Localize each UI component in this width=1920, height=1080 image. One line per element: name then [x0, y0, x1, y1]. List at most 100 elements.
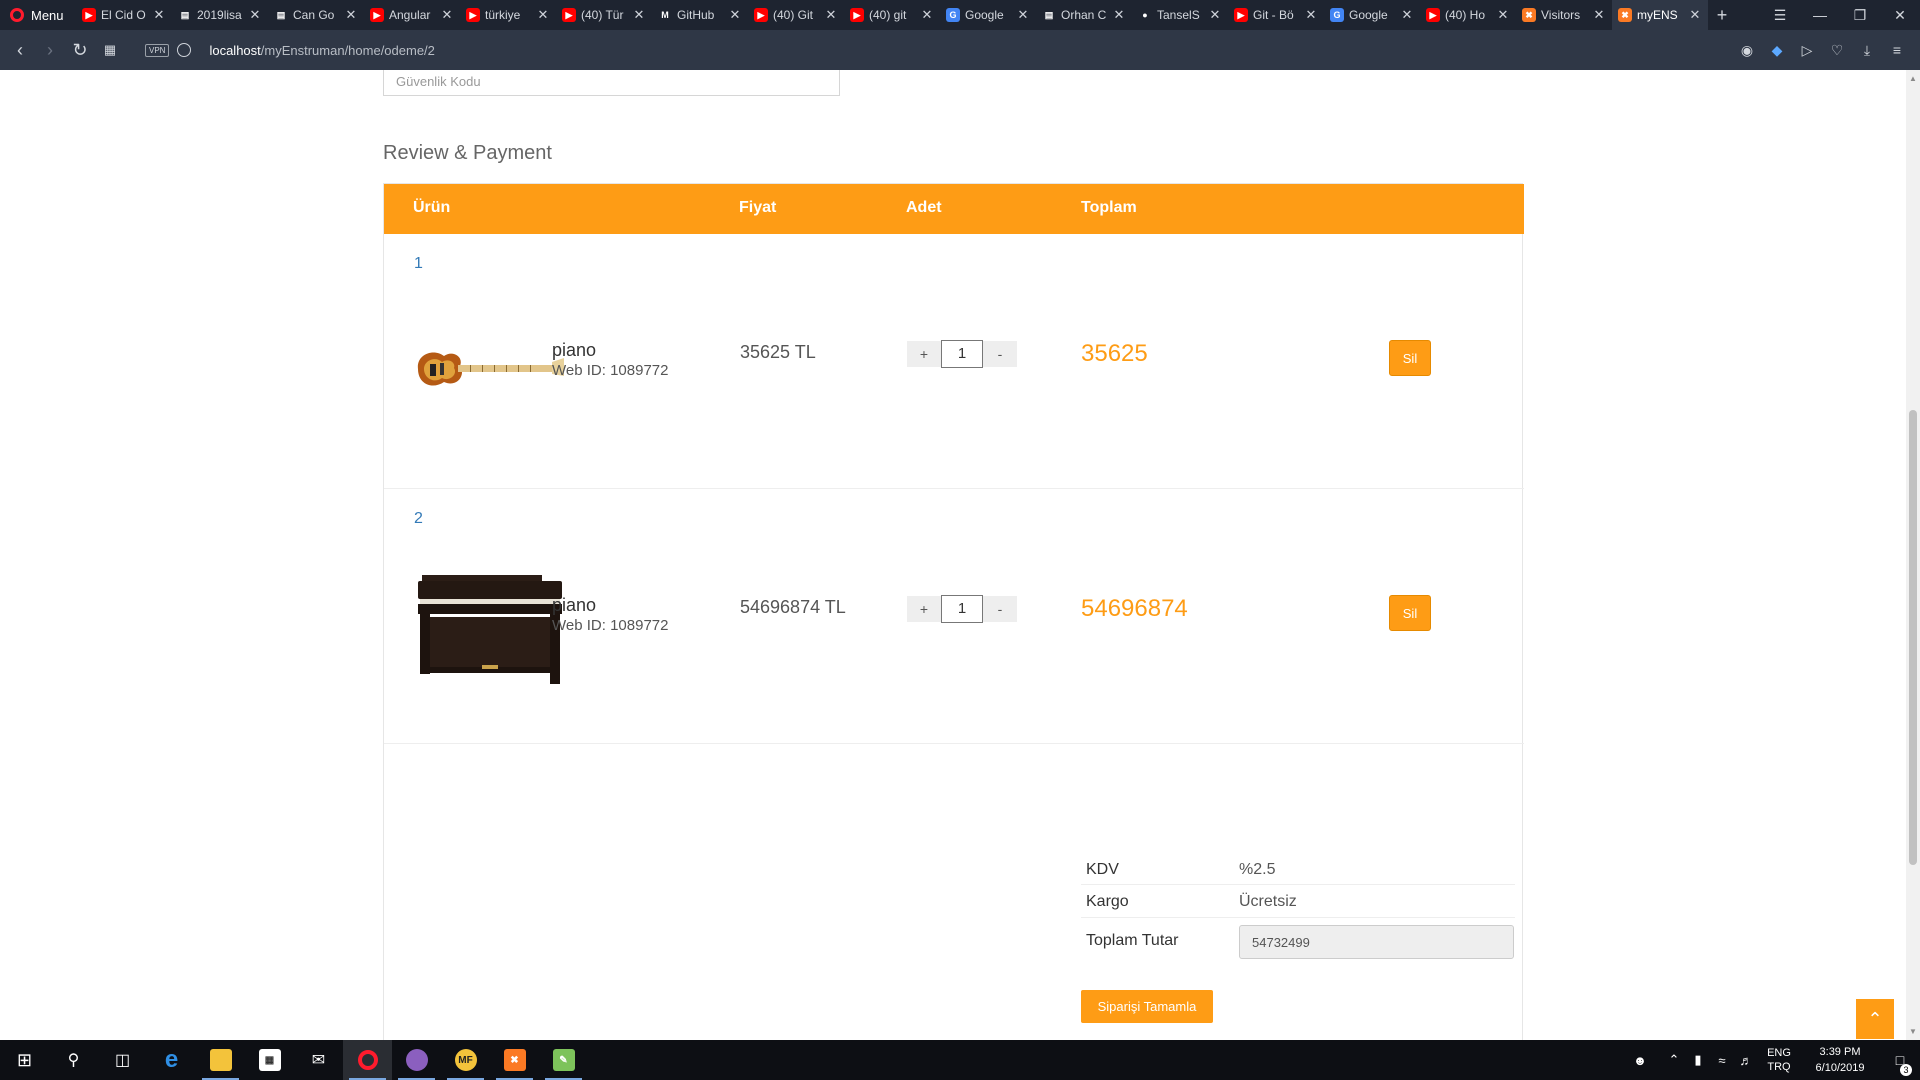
mail-icon[interactable]: ✉ — [294, 1040, 343, 1080]
tab-close-icon[interactable]: ✕ — [632, 7, 646, 23]
vpn-badge[interactable]: VPN — [145, 43, 170, 57]
tab-close-icon[interactable]: ✕ — [1400, 7, 1414, 23]
back-to-top-button[interactable]: ⌃ — [1856, 999, 1894, 1039]
opera-menu-button[interactable]: Menu — [0, 0, 76, 30]
address-bar: ‹ › ↻ ▦ VPN localhost/myEnstruman/home/o… — [0, 30, 1920, 70]
tab-close-icon[interactable]: ✕ — [1496, 7, 1510, 23]
browser-tab[interactable]: ▶ El Cid O ✕ — [76, 0, 172, 30]
complete-order-button[interactable]: Siparişi Tamamla — [1081, 990, 1213, 1023]
quantity-stepper: + 1 - — [907, 340, 1017, 368]
tab-close-icon[interactable]: ✕ — [1112, 7, 1126, 23]
browser-tab[interactable]: ▶ (40) git ✕ — [844, 0, 940, 30]
quantity-plus-button[interactable]: + — [907, 596, 941, 622]
back-button[interactable]: ‹ — [5, 30, 35, 70]
notepad-icon[interactable]: ✎ — [539, 1040, 588, 1080]
browser-tab[interactable]: ▶ (40) Ho ✕ — [1420, 0, 1516, 30]
scroll-down-arrow-icon[interactable]: ▼ — [1909, 1027, 1917, 1036]
url-field[interactable]: localhost/myEnstruman/home/odeme/2 — [209, 43, 434, 58]
tray-chevron-icon[interactable]: ⌃ — [1662, 1052, 1686, 1068]
browser-tab[interactable]: ▶ (40) Tür ✕ — [556, 0, 652, 30]
quantity-input[interactable]: 1 — [941, 340, 983, 368]
minimize-button[interactable]: — — [1800, 0, 1840, 30]
kdv-value: %2.5 — [1239, 861, 1276, 878]
browser-tab[interactable]: ▤ 2019lisa ✕ — [172, 0, 268, 30]
tor-icon[interactable] — [392, 1040, 441, 1080]
extension-icon[interactable]: ◆ — [1762, 30, 1792, 70]
restore-button[interactable]: ❐ — [1840, 0, 1880, 30]
tab-close-icon[interactable]: ✕ — [152, 7, 166, 23]
task-view-icon[interactable]: ◫ — [98, 1040, 147, 1080]
search-icon[interactable]: ⚲ — [49, 1040, 98, 1080]
tab-close-icon[interactable]: ✕ — [728, 7, 742, 23]
language-indicator[interactable]: ENG TRQ — [1764, 1046, 1794, 1074]
browser-tab[interactable]: ▤ Orhan C ✕ — [1036, 0, 1132, 30]
browser-tab[interactable]: ✖ myENS ✕ — [1612, 0, 1708, 30]
product-web-id: Web ID: 1089772 — [552, 362, 669, 379]
xampp-icon[interactable]: ✖ — [490, 1040, 539, 1080]
browser-tab[interactable]: G Google ✕ — [940, 0, 1036, 30]
delete-button[interactable]: Sil — [1389, 595, 1431, 631]
tab-close-icon[interactable]: ✕ — [440, 7, 454, 23]
store-icon[interactable]: ▦ — [245, 1040, 294, 1080]
opera-icon[interactable] — [343, 1040, 392, 1080]
file-explorer-icon[interactable] — [196, 1040, 245, 1080]
download-icon[interactable]: ⤓ — [1852, 30, 1882, 70]
tab-close-icon[interactable]: ✕ — [536, 7, 550, 23]
browser-tab[interactable]: ● TanselS ✕ — [1132, 0, 1228, 30]
bass-guitar-image[interactable] — [414, 344, 564, 399]
sidebar-icon[interactable]: ≡ — [1882, 30, 1912, 70]
battery-icon[interactable]: ▮ — [1686, 1052, 1710, 1068]
page-scrollbar[interactable]: ▲ ▼ — [1906, 70, 1920, 1040]
quantity-stepper: + 1 - — [907, 595, 1017, 623]
browser-tab[interactable]: ▶ Angular ✕ — [364, 0, 460, 30]
tab-close-icon[interactable]: ✕ — [1688, 7, 1702, 23]
windows-taskbar: ⊞ ⚲ ◫ e ▦ ✉ MF ✖ ✎ ☻ ⌃ ▮ ≈ ♬ ENG TRQ 3:3… — [0, 1040, 1920, 1080]
browser-tab[interactable]: ▶ Git - Bö ✕ — [1228, 0, 1324, 30]
xampp-icon: ✖ — [1618, 8, 1632, 22]
notification-center-icon[interactable]: □ 3 — [1880, 1052, 1920, 1076]
tab-close-icon[interactable]: ✕ — [1208, 7, 1222, 23]
security-code-input[interactable]: Güvenlik Kodu — [383, 70, 840, 96]
tab-close-icon[interactable]: ✕ — [824, 7, 838, 23]
browser-tab[interactable]: ▶ (40) Git ✕ — [748, 0, 844, 30]
clock[interactable]: 3:39 PM 6/10/2019 — [1800, 1044, 1880, 1076]
tab-close-icon[interactable]: ✕ — [1592, 7, 1606, 23]
new-tab-button[interactable]: + — [1708, 5, 1736, 26]
speed-dial-icon[interactable]: ▦ — [95, 30, 125, 70]
camera-icon[interactable]: ◉ — [1732, 30, 1762, 70]
windows-start-icon[interactable]: ⊞ — [0, 1040, 49, 1080]
tab-close-icon[interactable]: ✕ — [344, 7, 358, 23]
digital-piano-image[interactable] — [414, 569, 564, 694]
close-window-button[interactable]: ✕ — [1880, 0, 1920, 30]
tab-close-icon[interactable]: ✕ — [248, 7, 262, 23]
forward-button[interactable]: › — [35, 30, 65, 70]
volume-icon[interactable]: ♬ — [1734, 1053, 1758, 1068]
tab-menu-icon[interactable]: ☰ — [1760, 0, 1800, 30]
total-amount-field[interactable]: 54732499 — [1239, 925, 1514, 959]
quantity-plus-button[interactable]: + — [907, 341, 941, 367]
tab-title: 2019lisa — [197, 8, 242, 22]
reload-button[interactable]: ↻ — [65, 30, 95, 70]
tab-close-icon[interactable]: ✕ — [920, 7, 934, 23]
heart-icon[interactable]: ♡ — [1822, 30, 1852, 70]
wifi-icon[interactable]: ≈ — [1710, 1053, 1734, 1068]
people-icon[interactable]: ☻ — [1628, 1053, 1652, 1068]
quantity-minus-button[interactable]: - — [983, 341, 1017, 367]
product-web-id: Web ID: 1089772 — [552, 617, 669, 634]
quantity-input[interactable]: 1 — [941, 595, 983, 623]
menu-label: Menu — [31, 7, 64, 23]
browser-tab[interactable]: M GitHub ✕ — [652, 0, 748, 30]
tab-close-icon[interactable]: ✕ — [1016, 7, 1030, 23]
send-icon[interactable]: ▷ — [1792, 30, 1822, 70]
delete-button[interactable]: Sil — [1389, 340, 1431, 376]
browser-tab[interactable]: ▶ türkiye ✕ — [460, 0, 556, 30]
scrollbar-thumb[interactable] — [1909, 410, 1917, 865]
browser-tab[interactable]: G Google ✕ — [1324, 0, 1420, 30]
browser-tab[interactable]: ▤ Can Go ✕ — [268, 0, 364, 30]
mf-icon[interactable]: MF — [441, 1040, 490, 1080]
scroll-up-arrow-icon[interactable]: ▲ — [1909, 74, 1917, 83]
tab-close-icon[interactable]: ✕ — [1304, 7, 1318, 23]
edge-icon[interactable]: e — [147, 1040, 196, 1080]
quantity-minus-button[interactable]: - — [983, 596, 1017, 622]
browser-tab[interactable]: ✖ Visitors ✕ — [1516, 0, 1612, 30]
